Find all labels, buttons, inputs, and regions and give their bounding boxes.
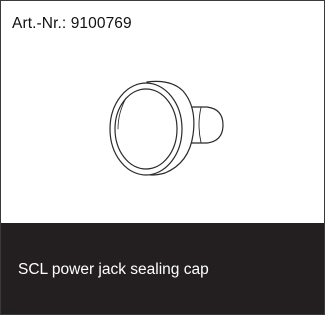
- article-number: Art.-Nr.: 9100769: [12, 15, 132, 32]
- sealing-cap-illustration: [109, 80, 224, 176]
- product-name[interactable]: SCL power jack sealing cap: [18, 261, 209, 279]
- product-card[interactable]: Art.-Nr.: 9100769 SCL power jack sealing…: [0, 0, 325, 315]
- caption-band: SCL power jack sealing cap: [1, 223, 324, 314]
